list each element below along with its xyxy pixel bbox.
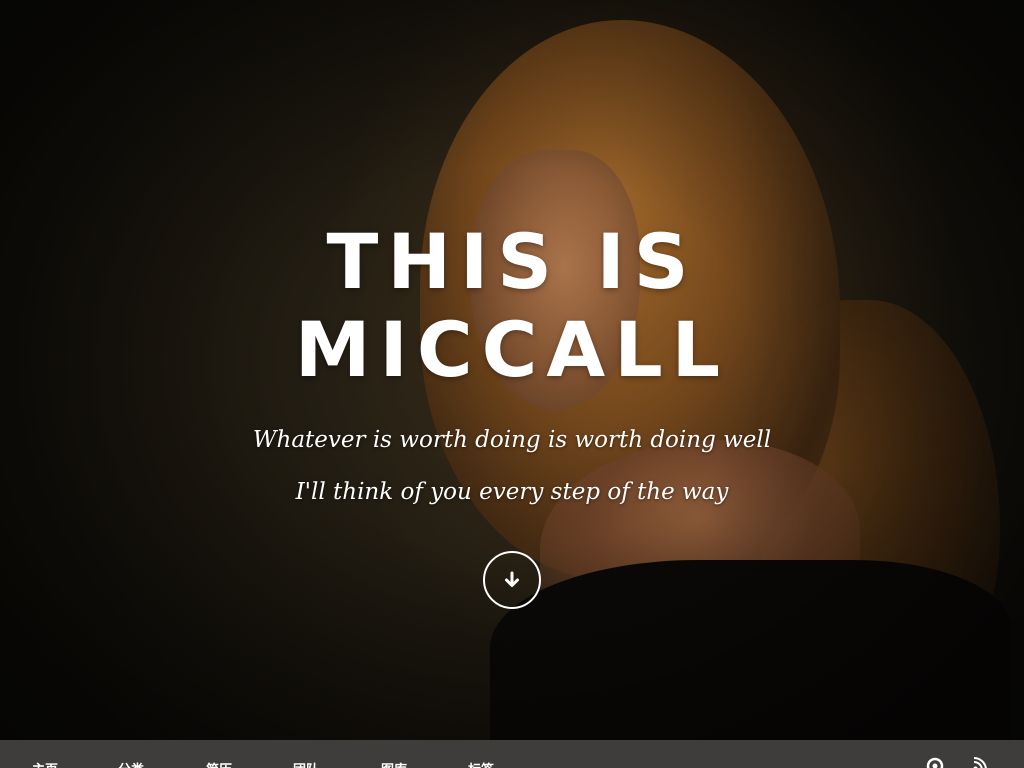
nav-item-resume[interactable]: 简历 <box>206 759 232 768</box>
arrow-down-icon <box>505 571 519 587</box>
nav-item-categories[interactable]: 分类 <box>118 759 144 768</box>
nav-item-gallery[interactable]: 图库 <box>381 759 407 768</box>
github-icon[interactable] <box>926 757 944 768</box>
hero-subtitle-2: I'll think of you every step of the way <box>295 479 729 505</box>
nav-item-home[interactable]: 主页 <box>32 759 58 768</box>
scroll-down-button[interactable] <box>483 551 541 609</box>
rss-icon[interactable] <box>972 756 988 768</box>
nav-item-team[interactable]: 团队 <box>293 759 319 768</box>
site-title: THIS IS MICCALL <box>294 217 730 394</box>
bottom-navbar: 主页 分类 简历 团队 图库 标签 <box>0 740 1024 768</box>
hero-subtitle-1: Whatever is worth doing is worth doing w… <box>252 427 772 453</box>
nav-item-tags[interactable]: 标签 <box>468 759 494 768</box>
